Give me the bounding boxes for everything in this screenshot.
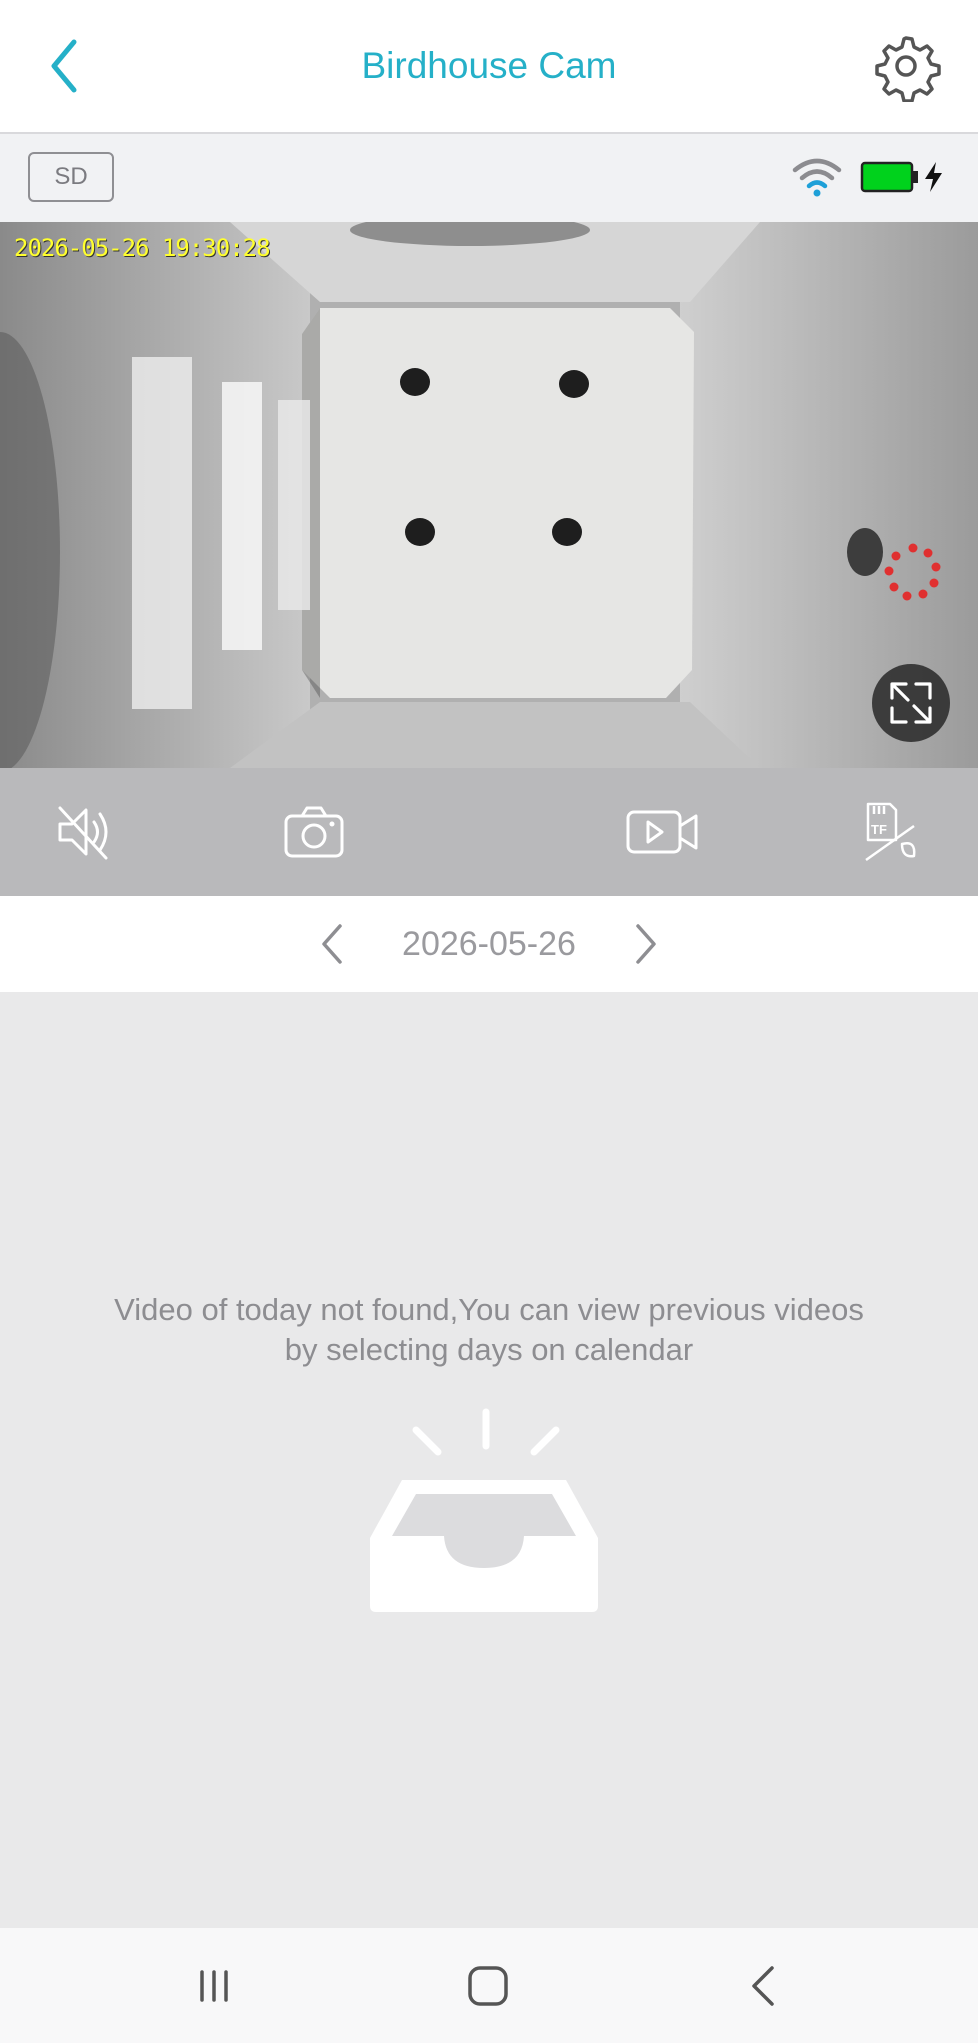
birdhouse-interior-image — [0, 222, 978, 768]
fullscreen-button[interactable] — [872, 664, 950, 742]
empty-state-message: Video of today not found,You can view pr… — [60, 1290, 918, 1370]
battery-icon — [860, 161, 918, 193]
back-icon[interactable] — [734, 1956, 794, 2016]
video-record-icon[interactable] — [624, 800, 700, 864]
empty-message-line-1: Video of today not found,You can view pr… — [114, 1292, 864, 1327]
tf-card-disabled-icon[interactable]: TF — [862, 800, 928, 864]
video-timestamp: 2026-05-26 19:30:28 — [14, 234, 271, 262]
app-header: Birdhouse Cam — [0, 0, 978, 134]
speaker-muted-icon[interactable] — [54, 800, 120, 864]
charging-bolt-icon — [925, 162, 942, 192]
home-icon[interactable] — [458, 1956, 518, 2016]
gear-icon[interactable] — [870, 30, 942, 102]
quality-toggle-button[interactable]: SD — [28, 152, 114, 202]
wifi-icon — [792, 158, 842, 197]
live-video-feed[interactable] — [0, 222, 978, 768]
selected-date[interactable]: 2026-05-26 — [360, 896, 618, 992]
previous-day-chevron-icon[interactable] — [310, 918, 354, 970]
expand-icon — [890, 682, 932, 724]
camera-snapshot-icon[interactable] — [282, 800, 346, 864]
next-day-chevron-icon[interactable] — [624, 918, 668, 970]
svg-text:TF: TF — [871, 822, 887, 837]
loading-spinner-icon — [884, 543, 941, 601]
video-controls-bar — [0, 768, 978, 896]
back-chevron-icon[interactable] — [40, 30, 92, 102]
recent-apps-icon[interactable] — [184, 1956, 244, 2016]
empty-message-line-2: by selecting days on calendar — [284, 1332, 694, 1367]
page-title: Birdhouse Cam — [361, 45, 617, 86]
empty-inbox-icon — [370, 1408, 598, 1612]
